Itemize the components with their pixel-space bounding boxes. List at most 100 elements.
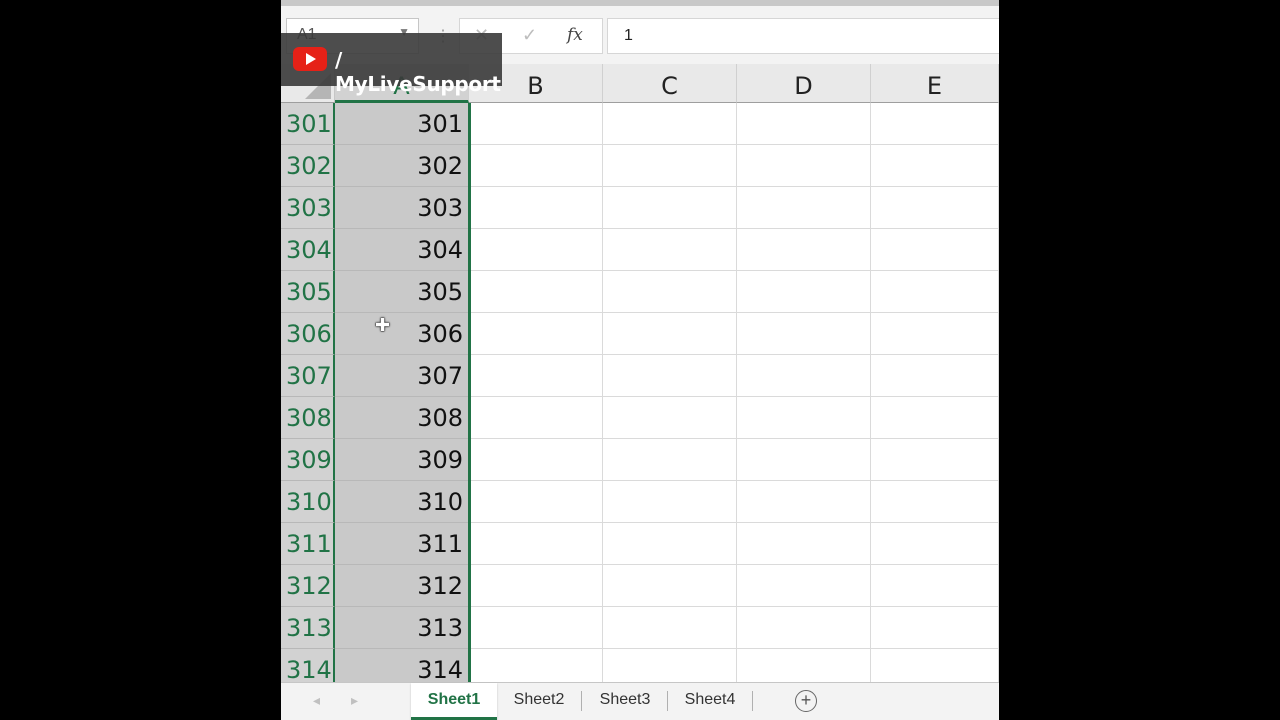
row-header[interactable]: 305 (281, 271, 335, 313)
enter-icon[interactable]: ✓ (522, 25, 537, 46)
add-sheet-button[interactable]: + (795, 690, 817, 712)
sheet-tab-3[interactable]: Sheet3 (583, 683, 667, 717)
channel-name: / MyLiveSupport (335, 48, 501, 96)
row-header[interactable]: 312 (281, 565, 335, 607)
sheet-tab-1[interactable]: Sheet1 (411, 683, 497, 720)
cell-e[interactable] (871, 481, 999, 523)
cell-c[interactable] (603, 187, 737, 229)
row-header[interactable]: 306 (281, 313, 335, 355)
cell-a[interactable]: 304 (335, 229, 469, 271)
formula-input[interactable]: 1 (607, 18, 999, 54)
insert-function-icon[interactable]: fx (567, 25, 583, 45)
cell-a[interactable]: 310 (335, 481, 469, 523)
cell-c[interactable] (603, 439, 737, 481)
tab-separator (752, 691, 753, 711)
cell-c[interactable] (603, 313, 737, 355)
cell-d[interactable] (737, 481, 871, 523)
row-header[interactable]: 310 (281, 481, 335, 523)
cell-e[interactable] (871, 607, 999, 649)
cell-a[interactable]: 311 (335, 523, 469, 565)
cell-b[interactable] (469, 229, 603, 271)
cell-e[interactable] (871, 397, 999, 439)
cell-e[interactable] (871, 103, 999, 145)
column-header-e[interactable]: E (871, 64, 999, 103)
row-header[interactable]: 308 (281, 397, 335, 439)
channel-watermark: / MyLiveSupport (281, 33, 502, 96)
cell-b[interactable] (469, 103, 603, 145)
cell-b[interactable] (469, 481, 603, 523)
cell-b[interactable] (469, 439, 603, 481)
cell-b[interactable] (469, 607, 603, 649)
row-header[interactable]: 303 (281, 187, 335, 229)
column-header-c[interactable]: C (603, 64, 737, 103)
cell-b[interactable] (469, 145, 603, 187)
row-header[interactable]: 311 (281, 523, 335, 565)
cell-c[interactable] (603, 355, 737, 397)
row-header[interactable]: 304 (281, 229, 335, 271)
cell-e[interactable] (871, 523, 999, 565)
cell-e[interactable] (871, 439, 999, 481)
cell-e[interactable] (871, 271, 999, 313)
cell-b[interactable] (469, 271, 603, 313)
scroll-left-icon[interactable]: ◂ (313, 692, 320, 709)
cell-d[interactable] (737, 607, 871, 649)
cell-d[interactable] (737, 187, 871, 229)
cell-c[interactable] (603, 271, 737, 313)
cell-d[interactable] (737, 355, 871, 397)
cell-e[interactable] (871, 145, 999, 187)
row-header[interactable]: 309 (281, 439, 335, 481)
cell-c[interactable] (603, 145, 737, 187)
cell-a[interactable]: 305 (335, 271, 469, 313)
cell-a[interactable]: 302 (335, 145, 469, 187)
row-header[interactable]: 301 (281, 103, 335, 145)
scroll-right-icon[interactable]: ▸ (351, 692, 358, 709)
cell-d[interactable] (737, 439, 871, 481)
cell-d[interactable] (737, 565, 871, 607)
cell-c[interactable] (603, 229, 737, 271)
cell-a[interactable]: 312 (335, 565, 469, 607)
cell-d[interactable] (737, 271, 871, 313)
row-header[interactable]: 313 (281, 607, 335, 649)
cell-e[interactable] (871, 313, 999, 355)
cell-d[interactable] (737, 397, 871, 439)
cell-b[interactable] (469, 313, 603, 355)
cell-b[interactable] (469, 187, 603, 229)
cell-a[interactable]: 309 (335, 439, 469, 481)
cell-c[interactable] (603, 103, 737, 145)
cell-d[interactable] (737, 229, 871, 271)
cell-select-cursor-icon: ✚ (375, 315, 391, 335)
selection-border (468, 103, 471, 683)
sheet-tab-4[interactable]: Sheet4 (668, 683, 752, 717)
youtube-icon (293, 47, 327, 71)
cell-b[interactable] (469, 355, 603, 397)
column-header-d[interactable]: D (737, 64, 871, 103)
sheet-tab-2[interactable]: Sheet2 (497, 683, 581, 717)
cell-a[interactable]: 301 (335, 103, 469, 145)
cell-a[interactable]: 313 (335, 607, 469, 649)
tab-separator (581, 691, 582, 711)
cell-c[interactable] (603, 481, 737, 523)
cell-e[interactable] (871, 565, 999, 607)
cell-e[interactable] (871, 187, 999, 229)
cell-d[interactable] (737, 103, 871, 145)
cell-d[interactable] (737, 523, 871, 565)
cell-a[interactable]: 307 (335, 355, 469, 397)
cell-a[interactable]: 306 (335, 313, 469, 355)
cell-b[interactable] (469, 397, 603, 439)
cell-c[interactable] (603, 607, 737, 649)
cell-b[interactable] (469, 565, 603, 607)
cell-c[interactable] (603, 397, 737, 439)
row-header[interactable]: 307 (281, 355, 335, 397)
excel-window: A1 ▼ ⋮ ✕ ✓ fx 1 / MyLiveSupport ABCDE 30… (281, 0, 999, 720)
cell-d[interactable] (737, 313, 871, 355)
cell-e[interactable] (871, 229, 999, 271)
cell-d[interactable] (737, 145, 871, 187)
cell-a[interactable]: 303 (335, 187, 469, 229)
sheet-tabs-bar: ◂ ▸ Sheet1 Sheet2 Sheet3 Sheet4 + (281, 682, 999, 720)
cell-a[interactable]: 308 (335, 397, 469, 439)
cell-c[interactable] (603, 523, 737, 565)
row-header[interactable]: 302 (281, 145, 335, 187)
cell-e[interactable] (871, 355, 999, 397)
cell-c[interactable] (603, 565, 737, 607)
cell-b[interactable] (469, 523, 603, 565)
